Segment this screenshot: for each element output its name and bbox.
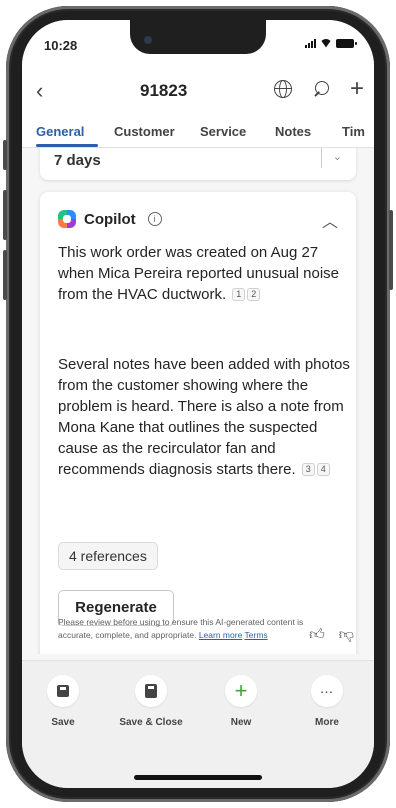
plus-icon: + — [234, 678, 248, 703]
learn-more-link[interactable]: Learn more — [199, 630, 242, 640]
previous-field-card: 7 days ⌄ — [40, 148, 356, 180]
status-icons — [305, 38, 357, 48]
more-button-circle: … — [311, 675, 343, 707]
reference-badge[interactable]: 2 — [247, 288, 261, 301]
copilot-card: Copilot i ︿ This work order was created … — [40, 192, 356, 654]
signal-icon — [305, 38, 316, 48]
header: ‹ 91823 + — [22, 68, 374, 114]
tab-time[interactable]: Tim — [342, 124, 365, 139]
phone-volume-up — [3, 190, 7, 240]
tab-customer[interactable]: Customer — [114, 124, 175, 139]
phone-side-button — [3, 140, 7, 170]
more-button[interactable]: … More — [292, 675, 362, 728]
reference-badge[interactable]: 1 — [232, 288, 246, 301]
save-button-circle — [47, 675, 79, 707]
search-icon[interactable] — [312, 80, 330, 98]
battery-icon — [336, 39, 357, 48]
references-button[interactable]: 4 references — [58, 542, 158, 570]
add-icon[interactable]: + — [350, 77, 364, 101]
header-actions: + — [273, 77, 364, 101]
new-label: New — [230, 717, 252, 728]
feedback-buttons: 👍︎ 👎︎ — [309, 626, 354, 644]
summary-text-1: This work order was created on Aug 27 wh… — [58, 244, 339, 303]
screen: 10:28 ‹ 91823 + General Customer Service… — [22, 20, 374, 788]
summary-text-2: Several notes have been added with photo… — [58, 356, 350, 478]
content-scroll-area[interactable]: 7 days ⌄ Copilot i ︿ This work order was… — [22, 148, 374, 654]
field-divider — [321, 148, 322, 168]
copilot-title: Copilot — [84, 210, 136, 228]
reference-badge[interactable]: 3 — [301, 463, 315, 476]
back-icon[interactable]: ‹ — [36, 78, 43, 104]
save-close-icon — [145, 684, 157, 698]
tab-service[interactable]: Service — [200, 124, 246, 139]
reference-badge[interactable]: 4 — [316, 463, 330, 476]
save-close-button-circle — [135, 675, 167, 707]
chevron-down-icon[interactable]: ⌄ — [333, 150, 342, 163]
info-icon[interactable]: i — [147, 212, 162, 226]
bottom-command-bar: Save Save & Close + New … More — [22, 660, 374, 788]
phone-volume-down — [3, 250, 7, 300]
save-button[interactable]: Save — [28, 675, 98, 728]
save-icon — [57, 685, 69, 697]
phone-power-button — [389, 210, 393, 290]
terms-link[interactable]: Terms — [245, 630, 268, 640]
save-close-label: Save & Close — [119, 717, 183, 728]
home-indicator[interactable] — [134, 775, 262, 780]
save-label: Save — [51, 717, 75, 728]
summary-paragraph-2: Several notes have been added with photo… — [58, 354, 350, 480]
chevron-up-icon[interactable]: ︿ — [322, 208, 338, 232]
thumbs-up-icon[interactable]: 👍︎ — [309, 626, 325, 644]
new-button[interactable]: + New — [206, 675, 276, 728]
page-title: 91823 — [140, 81, 188, 100]
thumbs-down-icon[interactable]: 👎︎ — [339, 626, 354, 644]
summary-paragraph-1: This work order was created on Aug 27 wh… — [58, 242, 350, 305]
ai-disclaimer: Please review before using to ensure thi… — [22, 616, 374, 656]
save-close-button[interactable]: Save & Close — [116, 675, 186, 728]
previous-field-value[interactable]: 7 days — [54, 152, 101, 169]
copilot-header: Copilot i — [58, 210, 162, 228]
tab-bar: General Customer Service Notes Tim — [22, 114, 374, 148]
tab-notes[interactable]: Notes — [275, 124, 311, 139]
more-label: More — [315, 717, 339, 728]
active-tab-indicator — [36, 144, 98, 147]
more-icon: … — [319, 680, 335, 696]
wifi-icon — [320, 38, 332, 48]
disclaimer-text: Please review before using to ensure thi… — [58, 616, 308, 642]
new-button-circle: + — [225, 675, 257, 707]
status-time: 10:28 — [44, 38, 78, 53]
copilot-logo-icon — [58, 210, 76, 228]
camera-dot — [144, 36, 152, 44]
globe-icon[interactable] — [273, 80, 292, 98]
tab-general[interactable]: General — [36, 124, 84, 139]
